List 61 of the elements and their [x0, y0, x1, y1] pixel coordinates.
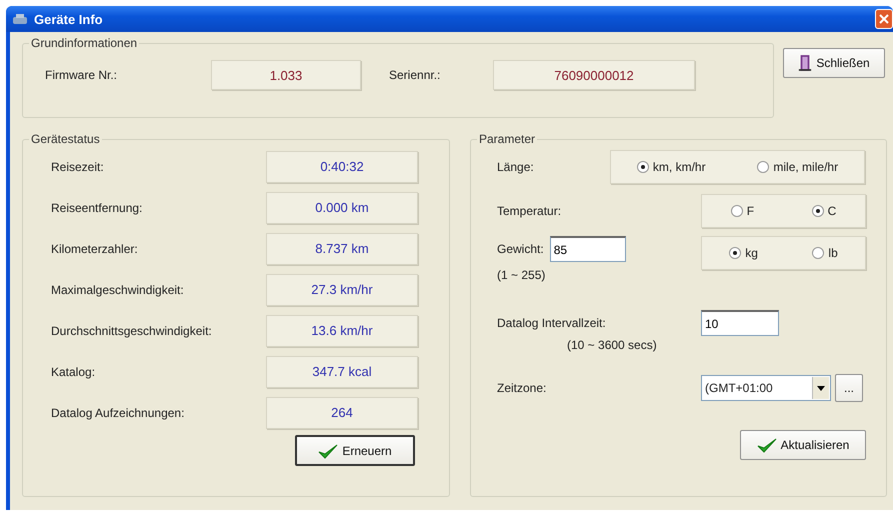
radio-option[interactable]: km, km/hr — [636, 160, 706, 174]
window-title: Geräte Info — [34, 12, 104, 26]
door-icon — [798, 54, 812, 72]
value-field: 8.737 km — [266, 232, 418, 264]
interval-input[interactable]: 10 — [701, 310, 779, 336]
field-label: Reisezeit: — [50, 160, 105, 174]
update-button[interactable]: Aktualisieren — [740, 430, 866, 460]
dropdown-arrow-icon — [817, 386, 825, 390]
radio-button[interactable] — [757, 161, 770, 173]
radio-option[interactable]: lb — [812, 246, 838, 260]
field-label: Datalog Aufzeichnungen: — [50, 406, 186, 420]
radio-button[interactable] — [812, 205, 824, 217]
radio-label: kg — [745, 246, 758, 260]
value-field: 76090000012 — [493, 60, 695, 90]
radio-button[interactable] — [812, 247, 824, 259]
value-field: 13.6 km/hr — [266, 314, 418, 346]
renew-button[interactable]: Erneuern — [295, 435, 415, 466]
group-title: Grundinformationen — [30, 36, 138, 50]
field-label: Maximalgeschwindigkeit: — [50, 282, 185, 296]
field-label: Temperatur: — [497, 204, 562, 218]
range-hint: (10 ~ 3600 secs) — [567, 338, 658, 352]
radio-option[interactable]: C — [812, 204, 836, 218]
radio-label: F — [746, 204, 754, 218]
field-label: Seriennr.: — [389, 68, 442, 82]
radio-option[interactable]: kg — [729, 246, 758, 260]
radio-label: lb — [828, 246, 838, 260]
field-label: Zeitzone: — [497, 381, 548, 395]
timezone-dropdown[interactable]: (GMT+01:00 — [701, 375, 831, 401]
field-label: Länge: — [497, 160, 535, 174]
field-label: Reiseentfernung: — [50, 200, 144, 214]
more-button[interactable]: ... — [835, 374, 863, 402]
radio-label: km, km/hr — [652, 160, 706, 174]
field-label: Gewicht: — [497, 242, 544, 256]
radio-option[interactable]: F — [730, 204, 754, 218]
field-label: Datalog Intervallzeit: — [497, 316, 607, 330]
value-field: 347.7 kcal — [266, 356, 418, 388]
field-label: Katalog: — [50, 364, 96, 378]
field-label: Firmware Nr.: — [45, 68, 118, 82]
value-field: 1.033 — [211, 60, 361, 90]
field-label: Durchschnittsgeschwindigkeit: — [50, 324, 213, 338]
value-field: 0:40:32 — [266, 150, 418, 182]
range-hint: (1 ~ 255) — [497, 268, 546, 282]
weight-input[interactable]: 85 — [550, 236, 626, 262]
close-dialog-button[interactable]: Schließen — [783, 48, 885, 78]
group-title: Gerätestatus — [30, 132, 101, 146]
close-button[interactable] — [875, 9, 893, 29]
value-field: 27.3 km/hr — [266, 274, 418, 306]
value-field: 0.000 km — [266, 192, 418, 224]
radio-label: C — [828, 204, 836, 218]
radio-label: mile, mile/hr — [773, 160, 838, 174]
value-field: 264 — [266, 396, 418, 428]
radio-button[interactable] — [730, 205, 743, 217]
radio-option[interactable]: mile, mile/hr — [757, 160, 838, 174]
close-icon — [879, 14, 889, 24]
radio-button[interactable] — [729, 247, 742, 259]
group-title: Parameter — [478, 132, 536, 146]
checkmark-icon — [756, 437, 777, 453]
field-label: Kilometerzahler: — [50, 242, 139, 256]
checkmark-icon — [318, 442, 338, 458]
radio-button[interactable] — [636, 161, 649, 173]
app-icon — [12, 13, 28, 25]
